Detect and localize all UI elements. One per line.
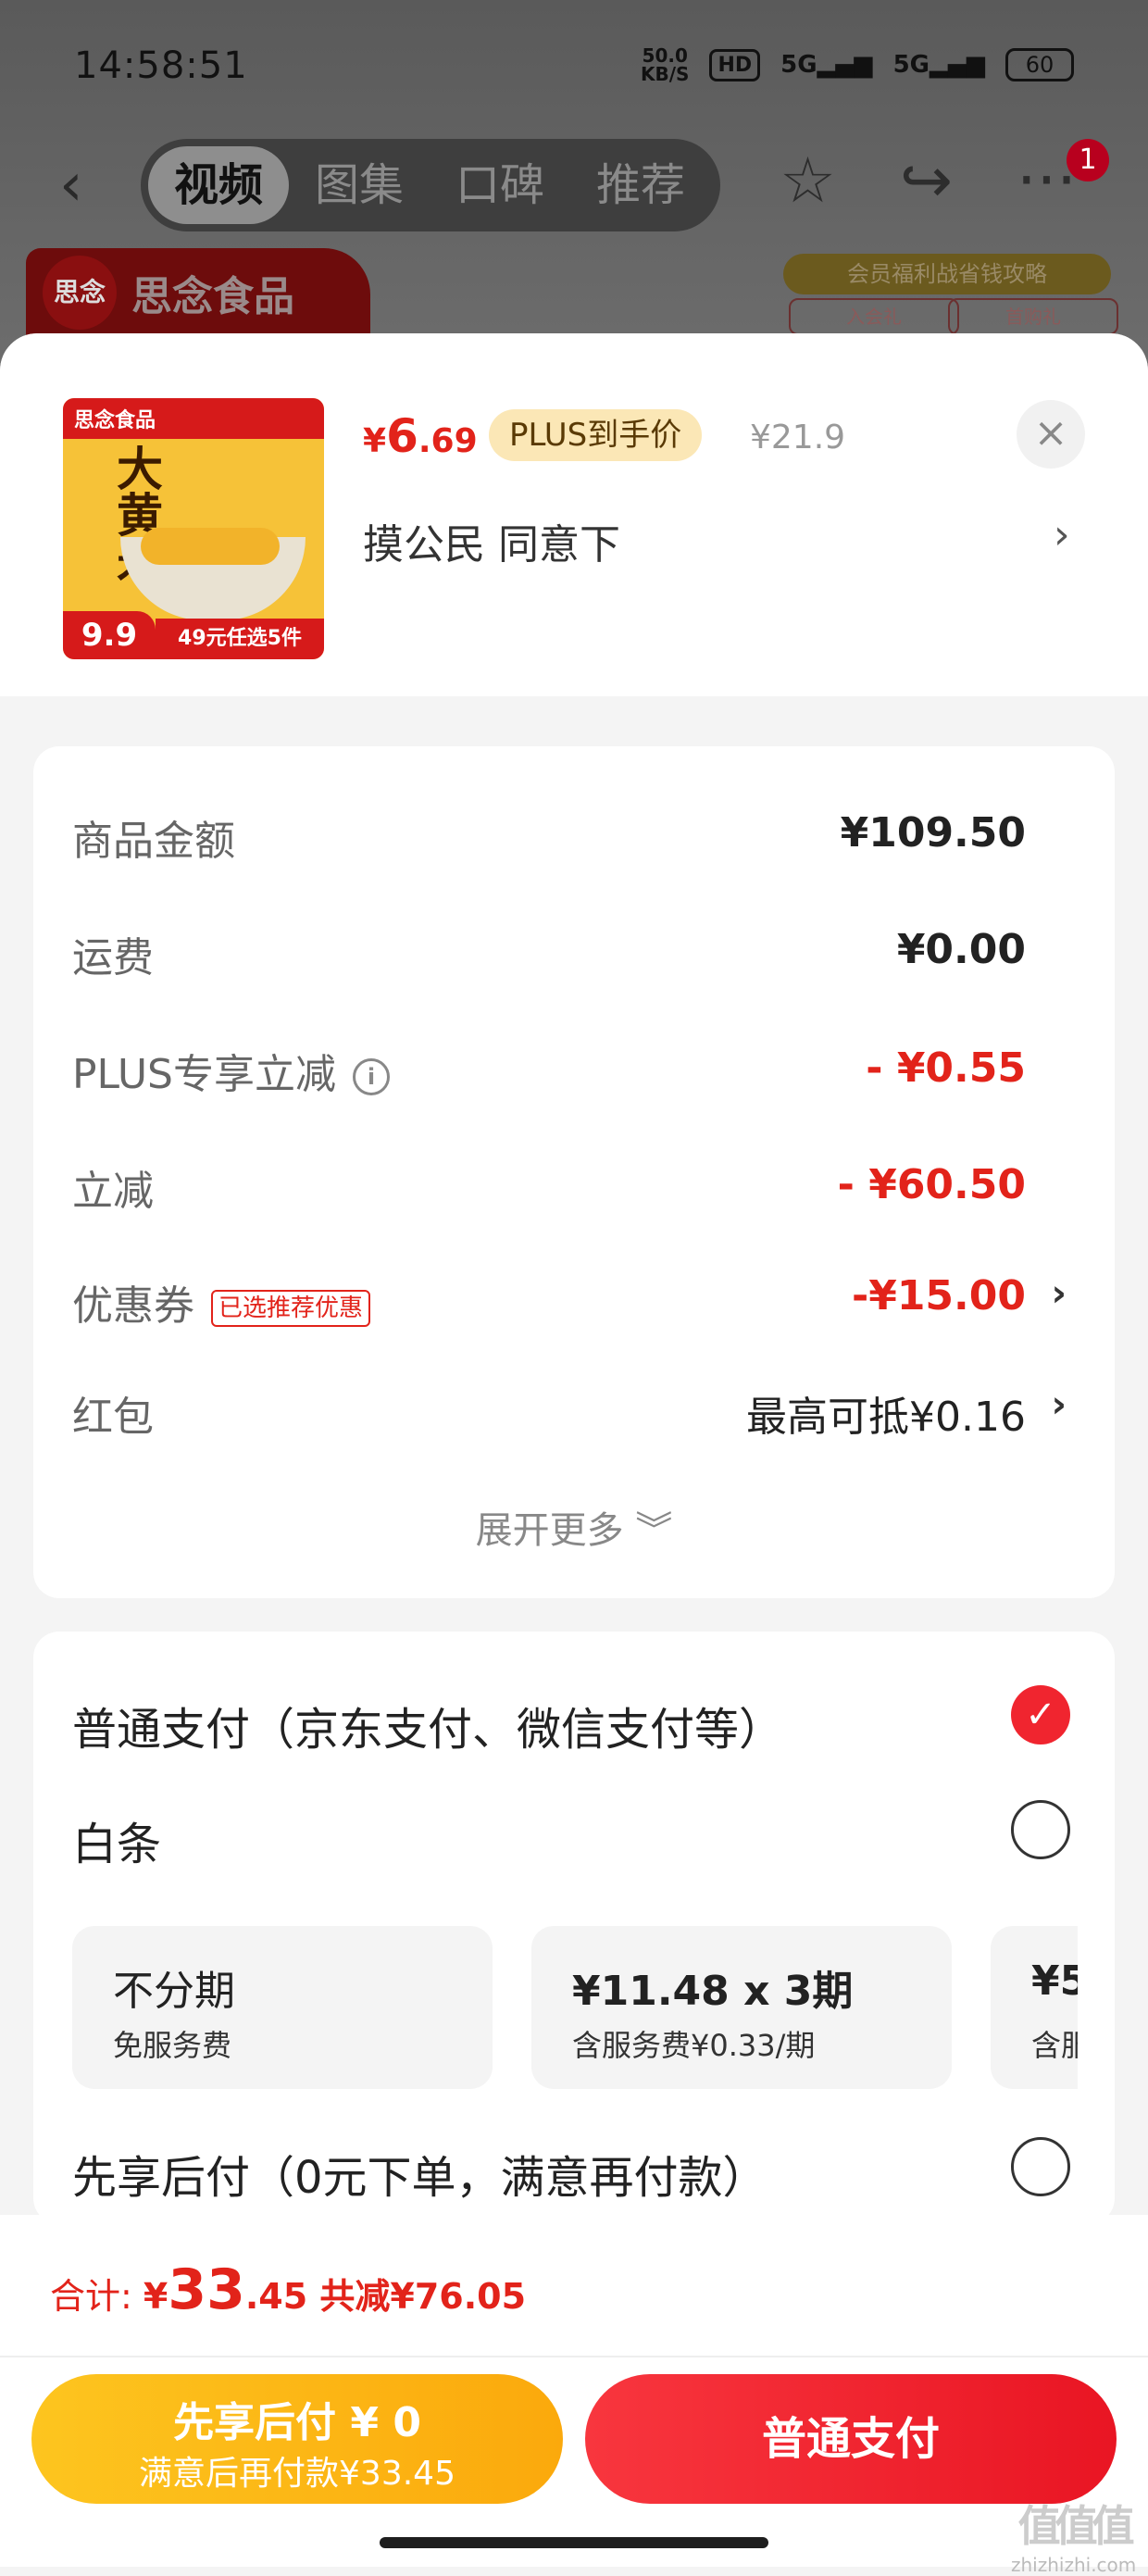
promo-first-gift[interactable]: 首购礼 [948, 298, 1118, 335]
status-time: 14:58:51 [74, 44, 248, 87]
row-value-red-packet[interactable]: 最高可抵¥0.16 [746, 1383, 1026, 1443]
product-spec[interactable]: 摸公民 同意下 [363, 511, 620, 570]
promo-banner[interactable]: 会员福利战省钱攻略 [783, 254, 1111, 294]
row-value-coupon[interactable]: -¥15.00 [852, 1272, 1026, 1319]
tab-gallery[interactable]: 图集 [289, 146, 430, 224]
divider [0, 2356, 1148, 2357]
chevron-right-icon[interactable]: › [1054, 511, 1070, 558]
brand-banner[interactable]: 思念 思念食品 [26, 248, 370, 337]
product-image-deal: 49元任选5件 [156, 619, 324, 659]
row-label-coupon[interactable]: 优惠券 已选推荐优惠 [72, 1272, 371, 1332]
tab-recommend[interactable]: 推荐 [570, 146, 711, 224]
row-value-instant-discount: - ¥60.50 [837, 1161, 1026, 1208]
baitiao-radio[interactable] [1011, 1800, 1070, 1859]
dumplings-illustration [141, 528, 280, 565]
row-value-goods-amount: ¥109.50 [840, 809, 1026, 857]
tab-video[interactable]: 视频 [148, 146, 289, 224]
installment-options: 不分期 免服务费 ¥11.48 x 3期 含服务费¥0.33/期 ¥5 含服 [72, 1926, 1078, 2093]
row-label-shipping: 运费 [72, 934, 154, 982]
product-price: ¥6.69 [363, 409, 478, 463]
home-indicator[interactable] [380, 2537, 768, 2548]
promo-join-gift[interactable]: 入会礼 [789, 298, 959, 335]
product-image-price: 9.9 [63, 611, 156, 659]
media-tabs: 视频 图集 口碑 推荐 [141, 139, 720, 231]
order-total: 合计: ¥33.45 共减¥76.05 [50, 2257, 527, 2322]
pay-later-radio[interactable] [1011, 2137, 1070, 2196]
installment-6[interactable]: ¥5 含服 [991, 1926, 1078, 2089]
payment-method-card: 普通支付（京东支付、微信支付等） ✓ 白条 不分期 免服务费 ¥11.48 x … [33, 1632, 1115, 2224]
back-icon[interactable]: ‹ [59, 156, 83, 215]
brand-name: 思念食品 [131, 273, 294, 320]
background-app: 14:58:51 50.0 KB/S HD 5G▂▄▆ 5G▂▄▆ 60 ‹ 视… [0, 0, 1148, 389]
hd-icon: HD [709, 48, 761, 81]
row-value-shipping: ¥0.00 [896, 926, 1026, 973]
brand-logo: 思念 [43, 256, 117, 330]
chevron-right-icon[interactable]: › [1052, 1272, 1067, 1315]
coupon-tag: 已选推荐优惠 [211, 1290, 371, 1327]
chevron-right-icon[interactable]: › [1052, 1383, 1067, 1426]
status-icons: 50.0 KB/S HD 5G▂▄▆ 5G▂▄▆ 60 [641, 46, 1074, 83]
row-label-instant-discount: 立减 [72, 1168, 154, 1215]
checkout-footer: 合计: ¥33.45 共减¥76.05 先享后付 ¥ 0 满意后再付款¥33.4… [0, 2215, 1148, 2576]
baitiao-label[interactable]: 白条 [72, 1807, 161, 1872]
share-icon[interactable]: ↪ [900, 148, 953, 215]
row-label-red-packet: 红包 [72, 1394, 154, 1441]
watermark: 值值值 zhizhizhi.com [1011, 2501, 1137, 2576]
status-bar: 14:58:51 50.0 KB/S HD 5G▂▄▆ 5G▂▄▆ 60 [0, 0, 1148, 130]
installment-none[interactable]: 不分期 免服务费 [72, 1926, 493, 2089]
pay-later-button[interactable]: 先享后付 ¥ 0 满意后再付款¥33.45 [31, 2374, 563, 2504]
tab-reviews[interactable]: 口碑 [430, 146, 570, 224]
normal-pay-button[interactable]: 普通支付 [585, 2374, 1117, 2504]
original-price: ¥21.9 [750, 419, 846, 456]
expand-more-button[interactable]: 展开更多 ︾ [33, 1500, 1115, 1554]
network-speed: 50.0 KB/S [640, 44, 690, 85]
signal-icon-2: 5G▂▄▆ [892, 51, 985, 79]
normal-pay-radio[interactable]: ✓ [1011, 1685, 1070, 1744]
installment-3[interactable]: ¥11.48 x 3期 含服务费¥0.33/期 [531, 1926, 952, 2089]
battery-icon: 60 [1005, 48, 1074, 81]
normal-pay-label[interactable]: 普通支付（京东支付、微信支付等） [72, 1693, 783, 1757]
pay-later-label[interactable]: 先享后付（0元下单，满意再付款） [72, 2141, 767, 2206]
row-label-plus-discount: PLUS专享立减 i [72, 1041, 390, 1100]
plus-price-tag: PLUS到手价 [489, 409, 703, 461]
close-button[interactable]: × [1017, 400, 1085, 469]
row-label-goods-amount: 商品金额 [72, 818, 235, 865]
product-image: 思念食品 大黄米 9.9 49元任选5件 [63, 398, 324, 659]
product-image-brand: 思念食品 [74, 409, 156, 432]
info-icon[interactable]: i [353, 1058, 390, 1095]
notification-badge: 1 [1067, 139, 1109, 181]
star-icon[interactable]: ☆ [780, 148, 836, 215]
row-value-plus-discount: - ¥0.55 [866, 1044, 1026, 1092]
price-summary-card: 商品金额 ¥109.50 运费 ¥0.00 PLUS专享立减 i - ¥0.55 … [33, 746, 1115, 1598]
signal-icon: 5G▂▄▆ [780, 51, 873, 79]
